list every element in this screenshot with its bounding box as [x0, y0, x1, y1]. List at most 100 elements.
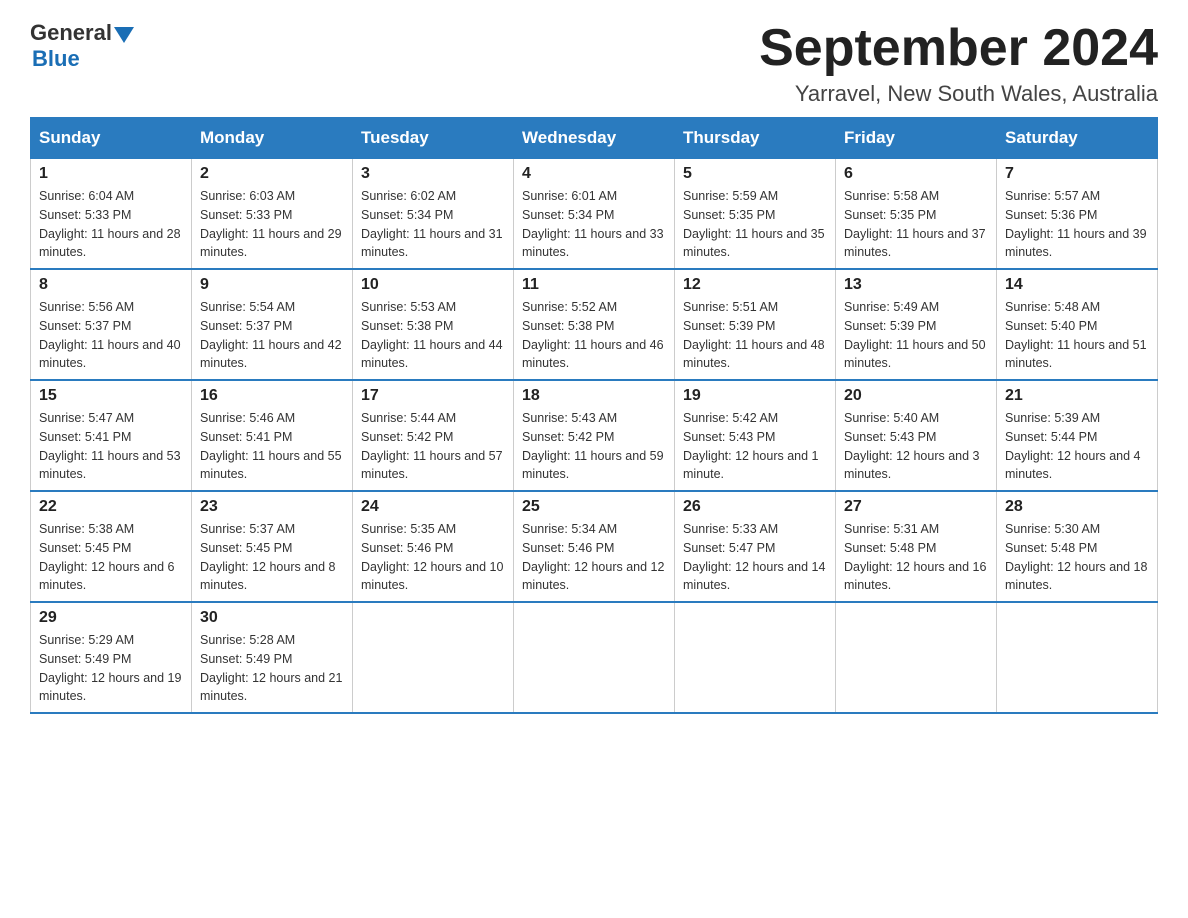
calendar-cell: 21 Sunrise: 5:39 AMSunset: 5:44 PMDaylig… [997, 380, 1158, 491]
calendar-cell: 6 Sunrise: 5:58 AMSunset: 5:35 PMDayligh… [836, 159, 997, 270]
calendar-cell: 20 Sunrise: 5:40 AMSunset: 5:43 PMDaylig… [836, 380, 997, 491]
day-number: 3 [361, 165, 505, 183]
calendar-cell [514, 602, 675, 713]
day-info: Sunrise: 5:37 AMSunset: 5:45 PMDaylight:… [200, 520, 344, 595]
calendar-cell: 22 Sunrise: 5:38 AMSunset: 5:45 PMDaylig… [31, 491, 192, 602]
month-title: September 2024 [759, 20, 1158, 77]
logo-general-text: General [30, 20, 112, 46]
day-number: 1 [39, 165, 183, 183]
calendar-week-row: 15 Sunrise: 5:47 AMSunset: 5:41 PMDaylig… [31, 380, 1158, 491]
calendar-cell: 12 Sunrise: 5:51 AMSunset: 5:39 PMDaylig… [675, 269, 836, 380]
day-number: 23 [200, 498, 344, 516]
day-info: Sunrise: 5:43 AMSunset: 5:42 PMDaylight:… [522, 409, 666, 484]
weekday-header-friday: Friday [836, 118, 997, 159]
day-info: Sunrise: 5:30 AMSunset: 5:48 PMDaylight:… [1005, 520, 1149, 595]
calendar-cell: 10 Sunrise: 5:53 AMSunset: 5:38 PMDaylig… [353, 269, 514, 380]
logo: General Blue [30, 20, 134, 72]
day-number: 9 [200, 276, 344, 294]
weekday-header-wednesday: Wednesday [514, 118, 675, 159]
weekday-header-saturday: Saturday [997, 118, 1158, 159]
day-number: 5 [683, 165, 827, 183]
calendar-cell: 18 Sunrise: 5:43 AMSunset: 5:42 PMDaylig… [514, 380, 675, 491]
weekday-header-row: SundayMondayTuesdayWednesdayThursdayFrid… [31, 118, 1158, 159]
calendar-cell [675, 602, 836, 713]
day-info: Sunrise: 5:59 AMSunset: 5:35 PMDaylight:… [683, 187, 827, 262]
weekday-header-thursday: Thursday [675, 118, 836, 159]
calendar-week-row: 29 Sunrise: 5:29 AMSunset: 5:49 PMDaylig… [31, 602, 1158, 713]
calendar-cell: 29 Sunrise: 5:29 AMSunset: 5:49 PMDaylig… [31, 602, 192, 713]
calendar-cell: 17 Sunrise: 5:44 AMSunset: 5:42 PMDaylig… [353, 380, 514, 491]
day-info: Sunrise: 5:31 AMSunset: 5:48 PMDaylight:… [844, 520, 988, 595]
location-title: Yarravel, New South Wales, Australia [759, 81, 1158, 107]
calendar-cell: 15 Sunrise: 5:47 AMSunset: 5:41 PMDaylig… [31, 380, 192, 491]
day-number: 22 [39, 498, 183, 516]
day-number: 17 [361, 387, 505, 405]
day-info: Sunrise: 5:34 AMSunset: 5:46 PMDaylight:… [522, 520, 666, 595]
day-info: Sunrise: 5:52 AMSunset: 5:38 PMDaylight:… [522, 298, 666, 373]
day-number: 8 [39, 276, 183, 294]
calendar-cell: 14 Sunrise: 5:48 AMSunset: 5:40 PMDaylig… [997, 269, 1158, 380]
day-info: Sunrise: 5:51 AMSunset: 5:39 PMDaylight:… [683, 298, 827, 373]
calendar-cell [836, 602, 997, 713]
calendar-week-row: 22 Sunrise: 5:38 AMSunset: 5:45 PMDaylig… [31, 491, 1158, 602]
day-number: 28 [1005, 498, 1149, 516]
day-number: 15 [39, 387, 183, 405]
calendar-cell [353, 602, 514, 713]
weekday-header-monday: Monday [192, 118, 353, 159]
day-info: Sunrise: 5:46 AMSunset: 5:41 PMDaylight:… [200, 409, 344, 484]
calendar-cell: 26 Sunrise: 5:33 AMSunset: 5:47 PMDaylig… [675, 491, 836, 602]
day-number: 14 [1005, 276, 1149, 294]
logo-blue-text: Blue [32, 46, 134, 72]
day-info: Sunrise: 5:44 AMSunset: 5:42 PMDaylight:… [361, 409, 505, 484]
day-info: Sunrise: 5:40 AMSunset: 5:43 PMDaylight:… [844, 409, 988, 484]
day-number: 29 [39, 609, 183, 627]
day-number: 4 [522, 165, 666, 183]
calendar-cell: 1 Sunrise: 6:04 AMSunset: 5:33 PMDayligh… [31, 159, 192, 270]
day-info: Sunrise: 6:01 AMSunset: 5:34 PMDaylight:… [522, 187, 666, 262]
day-number: 11 [522, 276, 666, 294]
day-info: Sunrise: 5:54 AMSunset: 5:37 PMDaylight:… [200, 298, 344, 373]
calendar-header: SundayMondayTuesdayWednesdayThursdayFrid… [31, 118, 1158, 159]
day-info: Sunrise: 6:04 AMSunset: 5:33 PMDaylight:… [39, 187, 183, 262]
day-info: Sunrise: 5:47 AMSunset: 5:41 PMDaylight:… [39, 409, 183, 484]
day-info: Sunrise: 5:39 AMSunset: 5:44 PMDaylight:… [1005, 409, 1149, 484]
day-number: 6 [844, 165, 988, 183]
calendar-cell: 13 Sunrise: 5:49 AMSunset: 5:39 PMDaylig… [836, 269, 997, 380]
calendar-cell: 24 Sunrise: 5:35 AMSunset: 5:46 PMDaylig… [353, 491, 514, 602]
calendar-week-row: 1 Sunrise: 6:04 AMSunset: 5:33 PMDayligh… [31, 159, 1158, 270]
day-info: Sunrise: 6:02 AMSunset: 5:34 PMDaylight:… [361, 187, 505, 262]
page-header: General Blue September 2024 Yarravel, Ne… [30, 20, 1158, 107]
weekday-header-sunday: Sunday [31, 118, 192, 159]
calendar-cell: 30 Sunrise: 5:28 AMSunset: 5:49 PMDaylig… [192, 602, 353, 713]
day-number: 16 [200, 387, 344, 405]
day-info: Sunrise: 5:29 AMSunset: 5:49 PMDaylight:… [39, 631, 183, 706]
day-info: Sunrise: 5:38 AMSunset: 5:45 PMDaylight:… [39, 520, 183, 595]
day-number: 2 [200, 165, 344, 183]
day-number: 26 [683, 498, 827, 516]
day-info: Sunrise: 5:42 AMSunset: 5:43 PMDaylight:… [683, 409, 827, 484]
calendar-cell: 4 Sunrise: 6:01 AMSunset: 5:34 PMDayligh… [514, 159, 675, 270]
day-number: 21 [1005, 387, 1149, 405]
day-info: Sunrise: 5:35 AMSunset: 5:46 PMDaylight:… [361, 520, 505, 595]
title-block: September 2024 Yarravel, New South Wales… [759, 20, 1158, 107]
logo-triangle-icon [114, 27, 134, 43]
calendar-cell: 7 Sunrise: 5:57 AMSunset: 5:36 PMDayligh… [997, 159, 1158, 270]
day-number: 13 [844, 276, 988, 294]
day-number: 25 [522, 498, 666, 516]
calendar-cell [997, 602, 1158, 713]
calendar-cell: 27 Sunrise: 5:31 AMSunset: 5:48 PMDaylig… [836, 491, 997, 602]
calendar-cell: 16 Sunrise: 5:46 AMSunset: 5:41 PMDaylig… [192, 380, 353, 491]
day-info: Sunrise: 6:03 AMSunset: 5:33 PMDaylight:… [200, 187, 344, 262]
calendar-cell: 19 Sunrise: 5:42 AMSunset: 5:43 PMDaylig… [675, 380, 836, 491]
calendar-table: SundayMondayTuesdayWednesdayThursdayFrid… [30, 117, 1158, 714]
calendar-cell: 23 Sunrise: 5:37 AMSunset: 5:45 PMDaylig… [192, 491, 353, 602]
calendar-cell: 9 Sunrise: 5:54 AMSunset: 5:37 PMDayligh… [192, 269, 353, 380]
weekday-header-tuesday: Tuesday [353, 118, 514, 159]
calendar-cell: 2 Sunrise: 6:03 AMSunset: 5:33 PMDayligh… [192, 159, 353, 270]
day-number: 7 [1005, 165, 1149, 183]
day-number: 12 [683, 276, 827, 294]
calendar-cell: 28 Sunrise: 5:30 AMSunset: 5:48 PMDaylig… [997, 491, 1158, 602]
day-info: Sunrise: 5:57 AMSunset: 5:36 PMDaylight:… [1005, 187, 1149, 262]
calendar-cell: 3 Sunrise: 6:02 AMSunset: 5:34 PMDayligh… [353, 159, 514, 270]
day-info: Sunrise: 5:48 AMSunset: 5:40 PMDaylight:… [1005, 298, 1149, 373]
